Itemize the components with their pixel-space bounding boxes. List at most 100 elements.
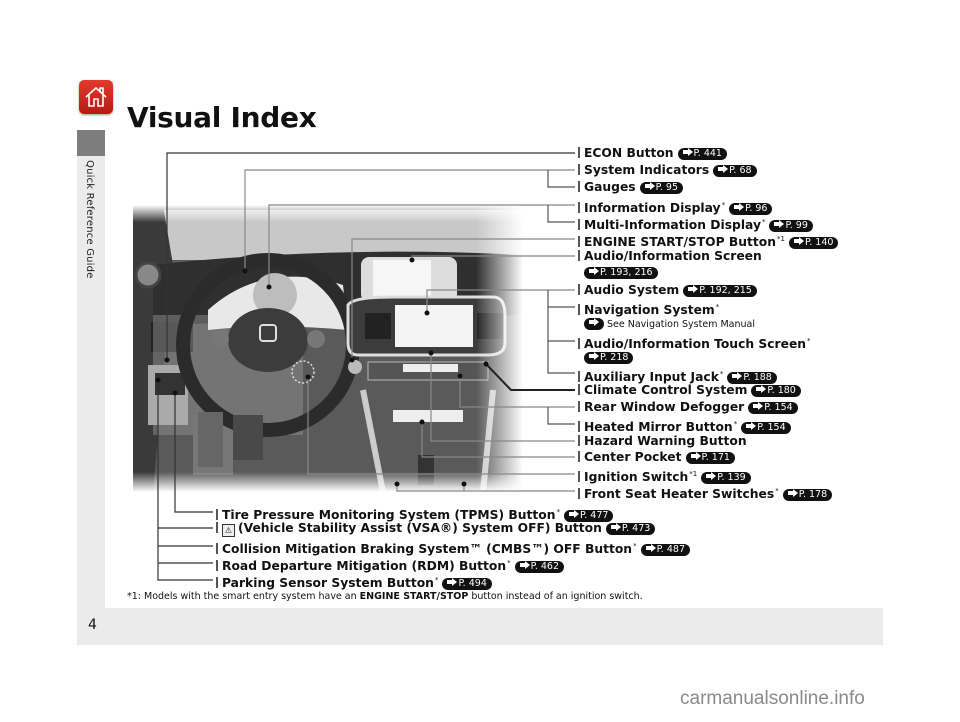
- page-ref-link[interactable]: P. 193, 216: [584, 267, 658, 279]
- arrow-right-icon: [682, 148, 693, 156]
- callout-label: Navigation System: [584, 303, 715, 317]
- callout-label: Hazard Warning Button: [584, 434, 747, 448]
- arrow-right-icon: [645, 544, 656, 552]
- callout-label: Multi-Information Display: [584, 218, 761, 232]
- callout-label: (Vehicle Stability Assist (VSA®) System …: [238, 521, 602, 535]
- footnote-marker: *: [761, 218, 766, 226]
- arrow-right-icon: [688, 285, 699, 293]
- footnote-marker: *1: [777, 235, 785, 243]
- callout-label: Information Display: [584, 201, 721, 215]
- page-ref-link[interactable]: P. 462: [514, 561, 564, 573]
- footnote-marker: *: [556, 508, 561, 516]
- see-manual-link[interactable]: [584, 318, 604, 330]
- footnote-marker: *: [807, 337, 811, 345]
- arrow-right-icon: [589, 318, 599, 326]
- callout-label: Collision Mitigation Braking System™ (CM…: [222, 542, 633, 556]
- callout-econ: ECON Button P. 441: [578, 146, 727, 161]
- arrow-right-icon: [690, 452, 701, 460]
- page-ref-link[interactable]: P. 139: [701, 472, 751, 484]
- vsa-off-icon: ⚠: [222, 524, 235, 537]
- footnote-marker: *: [434, 576, 439, 584]
- leader-audio-bracket: [547, 290, 575, 374]
- arrow-right-icon: [519, 561, 530, 569]
- callout-engine-start-stop: ENGINE START/STOP Button*1 P. 140: [578, 232, 839, 250]
- callout-multi-information-display: Multi-Information Display* P. 99: [578, 215, 813, 233]
- page-ref-link[interactable]: P. 192, 215: [683, 285, 757, 297]
- callout-climate-control-system: Climate Control System P. 180: [578, 383, 801, 398]
- footnote-marker: *: [721, 201, 726, 209]
- home-icon[interactable]: [79, 80, 113, 114]
- arrow-right-icon: [589, 352, 599, 360]
- callout-ref-line: P. 193, 216: [584, 265, 658, 279]
- footer-strip: [77, 608, 883, 645]
- callout-label: Rear Window Defogger: [584, 400, 745, 414]
- page-ref-link[interactable]: P. 140: [788, 237, 839, 249]
- footnote-marker: *: [715, 303, 720, 311]
- arrow-right-icon: [447, 578, 458, 586]
- footnote-marker: *: [719, 370, 724, 378]
- page-ref-link[interactable]: P. 441: [677, 148, 727, 160]
- callout-audio-system: Audio System P. 192, 215: [578, 283, 757, 298]
- callout-label: Parking Sensor System Button: [222, 576, 434, 590]
- callout-audio-information-screen: Audio/Information Screen: [578, 249, 762, 264]
- footnote-marker: *: [733, 420, 738, 428]
- sidebar-section-tab[interactable]: [77, 130, 105, 156]
- callout-label: System Indicators: [584, 163, 710, 177]
- page-ref-link[interactable]: P. 494: [442, 578, 492, 590]
- watermark: carmanualsonline.info: [680, 688, 865, 709]
- page-ref-link[interactable]: P. 178: [782, 489, 833, 501]
- page-ref-link[interactable]: P. 487: [640, 544, 690, 556]
- page-ref-link[interactable]: P. 68: [713, 165, 757, 177]
- arrow-right-icon: [706, 472, 717, 480]
- page-ref-link[interactable]: P. 95: [639, 182, 683, 194]
- callout-label: Center Pocket: [584, 450, 682, 464]
- callout-label: Auxiliary Input Jack: [584, 370, 719, 384]
- callout-rdm-button: Road Departure Mitigation (RDM) Button* P…: [216, 556, 564, 574]
- footnote-marker: *: [775, 487, 779, 495]
- arrow-right-icon: [610, 523, 621, 531]
- callout-label: Road Departure Mitigation (RDM) Button: [222, 559, 507, 573]
- leader-multi-information-display: [547, 205, 575, 223]
- dashboard-illustration: [133, 205, 523, 492]
- callout-front-seat-heater-switches: Front Seat Heater Switches* P. 178: [578, 484, 833, 502]
- callout-label: Heated Mirror Button: [584, 420, 733, 434]
- footnote-marker: *1: [689, 470, 698, 478]
- arrow-right-icon: [718, 165, 729, 173]
- callout-system-indicators: System Indicators P. 68: [578, 163, 757, 178]
- arrow-right-icon: [793, 237, 804, 245]
- arrow-right-icon: [756, 385, 767, 393]
- callout-hazard-warning-button: Hazard Warning Button: [578, 434, 747, 449]
- sidebar-section-label: Quick Reference Guide: [84, 160, 95, 279]
- arrow-right-icon: [753, 402, 764, 410]
- footnote-marker: *: [633, 542, 637, 550]
- page-ref-link[interactable]: P. 99: [769, 220, 813, 232]
- callout-label: Front Seat Heater Switches: [584, 487, 775, 501]
- note-text: See Navigation System Manual: [604, 319, 755, 330]
- page-ref-link[interactable]: P. 218: [584, 352, 634, 364]
- callout-ref-line: P. 218: [584, 350, 634, 364]
- arrow-right-icon: [746, 422, 757, 430]
- callout-label: Audio/Information Screen: [584, 249, 762, 263]
- callout-heated-mirror-button: Heated Mirror Button* P. 154: [578, 417, 791, 435]
- callout-center-pocket: Center Pocket P. 171: [578, 450, 735, 465]
- callout-label: Audio/Information Touch Screen: [584, 337, 807, 351]
- arrow-right-icon: [774, 220, 785, 228]
- page-number: 4: [88, 617, 97, 633]
- page-ref-link[interactable]: P. 154: [741, 422, 791, 434]
- page-ref-link[interactable]: P. 154: [748, 402, 798, 414]
- page-ref-link[interactable]: P. 473: [605, 523, 656, 535]
- leader-heated-mirror: [547, 407, 575, 425]
- callout-information-display: Information Display* P. 96: [578, 198, 773, 216]
- arrow-right-icon: [734, 203, 745, 211]
- page-ref-link[interactable]: P. 180: [751, 385, 801, 397]
- callout-label: Tire Pressure Monitoring System (TPMS) B…: [222, 508, 556, 522]
- footnote: *1: Models with the smart entry system h…: [127, 591, 643, 602]
- page-title: Visual Index: [127, 101, 317, 134]
- callout-cmbs-off-button: Collision Mitigation Braking System™ (CM…: [216, 539, 690, 557]
- callout-label: Ignition Switch: [584, 470, 689, 484]
- callout-parking-sensor-button: Parking Sensor System Button* P. 494: [216, 573, 492, 591]
- arrow-right-icon: [787, 489, 798, 497]
- page-ref-link[interactable]: P. 96: [729, 203, 773, 215]
- page-ref-link[interactable]: P. 171: [685, 452, 735, 464]
- callout-label: Gauges: [584, 180, 636, 194]
